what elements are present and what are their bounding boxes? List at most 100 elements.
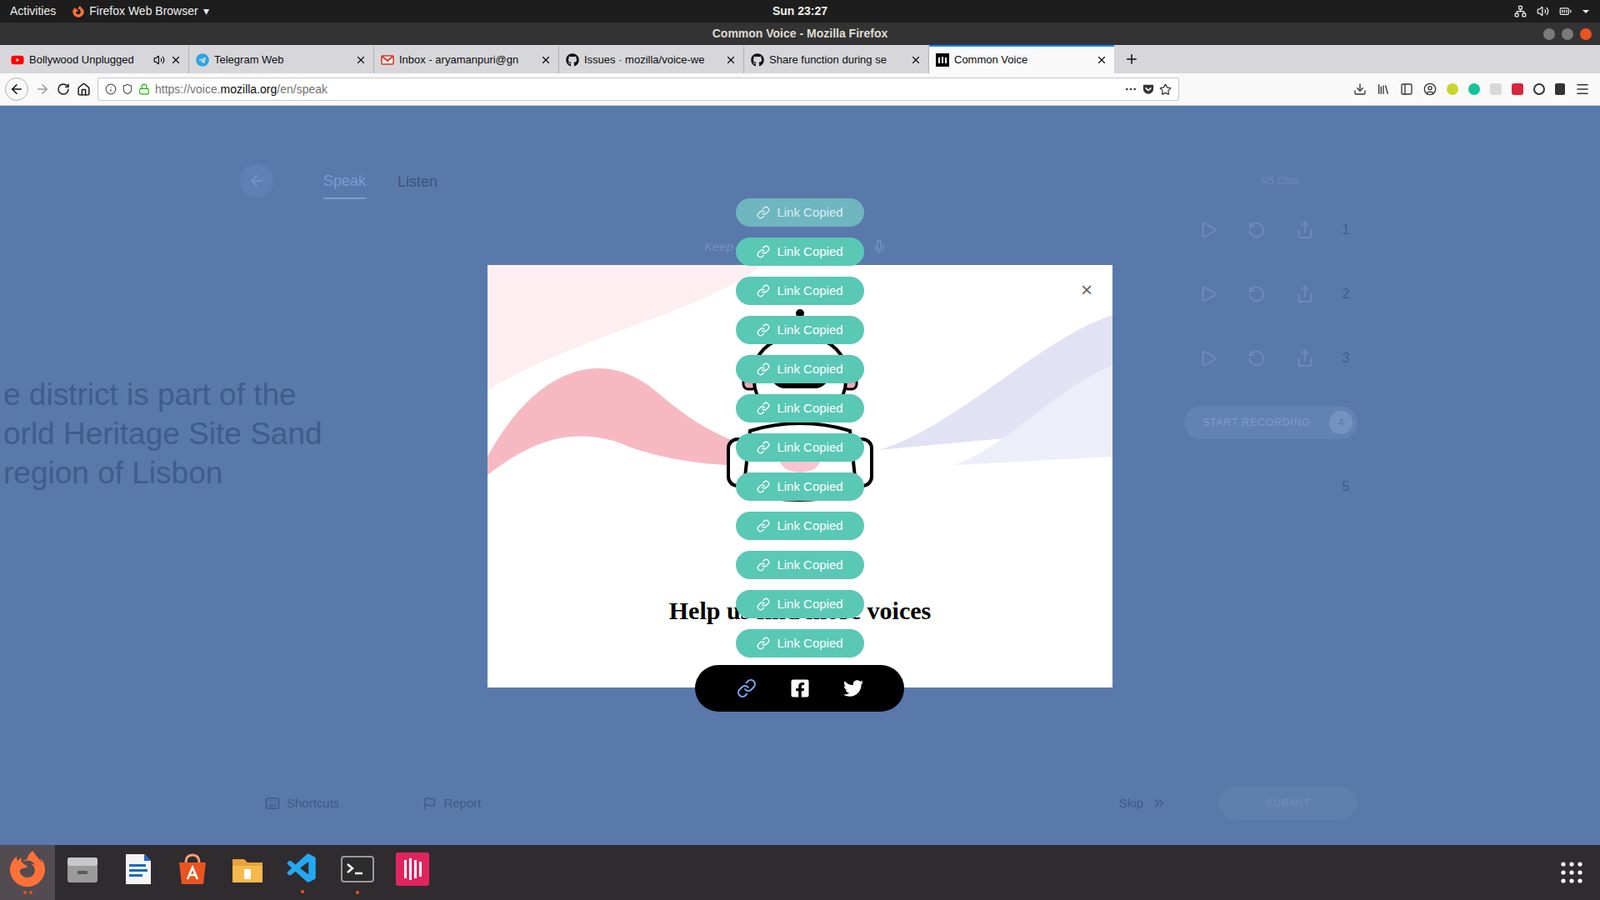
- close-tab-icon[interactable]: [355, 54, 367, 66]
- twitter-icon[interactable]: [843, 678, 864, 699]
- browser-tab[interactable]: Bollywood Unplugged: [4, 45, 190, 74]
- link-copied-toast: Link Copied: [735, 276, 865, 305]
- facebook-icon[interactable]: [790, 678, 810, 699]
- link-icon: [756, 480, 770, 494]
- bookmark-star-icon[interactable]: [1159, 83, 1172, 96]
- library-icon[interactable]: [1376, 82, 1390, 96]
- browser-tab[interactable]: Issues · mozilla/voice-we: [559, 45, 745, 74]
- share-icon[interactable]: [1295, 285, 1315, 304]
- minimize-button[interactable]: [1543, 28, 1555, 40]
- extension-icon[interactable]: [1555, 83, 1565, 95]
- tab-label: Common Voice: [954, 51, 1091, 69]
- extension-icon[interactable]: [1533, 83, 1545, 95]
- common-voice-icon: [935, 53, 950, 67]
- url-text: https://voice.mozilla.org/en/speak: [155, 80, 1120, 99]
- re-record-icon[interactable]: [1247, 349, 1266, 368]
- telegram-icon: [195, 53, 210, 67]
- page-tab[interactable]: Speak: [323, 163, 366, 200]
- close-modal-button[interactable]: ×: [1080, 280, 1093, 300]
- play-icon[interactable]: [1199, 349, 1218, 368]
- extension-icon[interactable]: [1446, 83, 1459, 95]
- skip-button[interactable]: Skip: [1119, 794, 1167, 814]
- web-page: SpeakListen4/5 Clipse district is part o…: [0, 105, 1600, 845]
- clip-row: 1: [1184, 197, 1600, 262]
- link-icon: [756, 362, 770, 376]
- shortcuts-button[interactable]: Shortcuts: [265, 794, 340, 814]
- dock-item[interactable]: [55, 845, 110, 900]
- forward-icon[interactable]: [35, 81, 50, 97]
- dock-item[interactable]: [385, 845, 440, 900]
- re-record-icon[interactable]: [1247, 285, 1266, 304]
- tracking-shield-icon[interactable]: [121, 83, 134, 95]
- back-button[interactable]: [5, 77, 29, 101]
- clip-row: 3: [1184, 325, 1600, 390]
- dock-item[interactable]: [0, 845, 55, 900]
- menu-icon[interactable]: [1575, 81, 1590, 97]
- pocket-icon[interactable]: [1142, 83, 1155, 95]
- clock[interactable]: Sun 23:27: [772, 2, 828, 20]
- play-icon[interactable]: [1199, 285, 1218, 304]
- files-icon: [64, 850, 101, 888]
- info-icon[interactable]: [105, 83, 117, 95]
- play-icon[interactable]: [1199, 220, 1218, 240]
- audio-playing-icon[interactable]: [153, 54, 165, 66]
- link-icon: [756, 205, 770, 220]
- account-icon[interactable]: [1423, 82, 1437, 96]
- close-tab-icon[interactable]: [540, 54, 552, 66]
- browser-tab[interactable]: Inbox - aryamanpuri@gn: [374, 45, 560, 74]
- start-recording-button[interactable]: START RECORDING4: [1184, 405, 1358, 440]
- browser-tab[interactable]: Share function during se: [744, 45, 930, 74]
- home-icon[interactable]: [76, 82, 91, 97]
- sidebar-icon[interactable]: [1400, 82, 1414, 96]
- system-menu-arrow-icon[interactable]: [1581, 7, 1590, 16]
- clip-number: 1: [1329, 220, 1363, 240]
- reload-icon[interactable]: [56, 82, 70, 96]
- share-icon[interactable]: [1295, 220, 1315, 240]
- url-field[interactable]: https://voice.mozilla.org/en/speak: [97, 77, 1180, 101]
- close-tab-icon[interactable]: [725, 54, 737, 66]
- close-window-button[interactable]: [1580, 28, 1592, 40]
- extension-icon[interactable]: [1490, 83, 1502, 95]
- downloads-icon[interactable]: [1353, 82, 1367, 96]
- close-tab-icon[interactable]: [170, 54, 182, 66]
- battery-icon[interactable]: [1559, 5, 1572, 18]
- maximize-button[interactable]: [1561, 28, 1574, 40]
- report-button[interactable]: Report: [422, 794, 481, 814]
- activities-button[interactable]: Activities: [10, 2, 56, 20]
- browser-tab[interactable]: Telegram Web: [189, 45, 375, 74]
- archive-icon: [229, 850, 266, 888]
- dock-item[interactable]: [110, 845, 165, 900]
- copy-link-icon[interactable]: [736, 678, 757, 699]
- clip-number: 2: [1329, 284, 1363, 305]
- dock-item[interactable]: [165, 845, 220, 900]
- network-icon[interactable]: [1514, 5, 1527, 18]
- link-copied-toast: Link Copied: [735, 394, 865, 423]
- sentence-line: orld Heritage Site Sand: [3, 414, 488, 454]
- page-tab[interactable]: Listen: [397, 164, 438, 199]
- app-menu[interactable]: Firefox Web Browser▾: [72, 2, 209, 20]
- back-button[interactable]: [240, 164, 274, 198]
- close-tab-icon[interactable]: [1095, 54, 1108, 66]
- submit-button[interactable]: SUBMIT: [1219, 786, 1357, 820]
- close-tab-icon[interactable]: [910, 54, 922, 66]
- dock-item[interactable]: [275, 845, 330, 900]
- share-icon[interactable]: [1295, 349, 1315, 368]
- extension-icon[interactable]: [1511, 83, 1524, 95]
- page-actions-icon[interactable]: [1124, 82, 1138, 96]
- sentence-line: region of Lisbon: [3, 453, 488, 493]
- new-tab-icon[interactable]: [1124, 51, 1140, 67]
- navigation-bar: https://voice.mozilla.org/en/speak: [0, 73, 1600, 106]
- dock-item[interactable]: [330, 845, 385, 900]
- re-record-icon[interactable]: [1247, 220, 1266, 240]
- page-footer: Shortcuts Report Skip SUBMIT: [0, 786, 1600, 820]
- dock-item[interactable]: [220, 845, 275, 900]
- screen: Activities Firefox Web Browser▾ Sun 23:27 C…: [0, 0, 1600, 900]
- clip-row: 2: [1184, 261, 1600, 326]
- show-applications-icon[interactable]: [1560, 860, 1584, 885]
- window-title: Common Voice - Mozilla Firefox: [712, 25, 889, 43]
- dock: [0, 845, 1600, 900]
- running-dot: [355, 890, 360, 895]
- volume-icon[interactable]: [1536, 5, 1550, 18]
- extension-icon[interactable]: [1468, 83, 1480, 95]
- browser-tab[interactable]: Common Voice: [929, 45, 1115, 74]
